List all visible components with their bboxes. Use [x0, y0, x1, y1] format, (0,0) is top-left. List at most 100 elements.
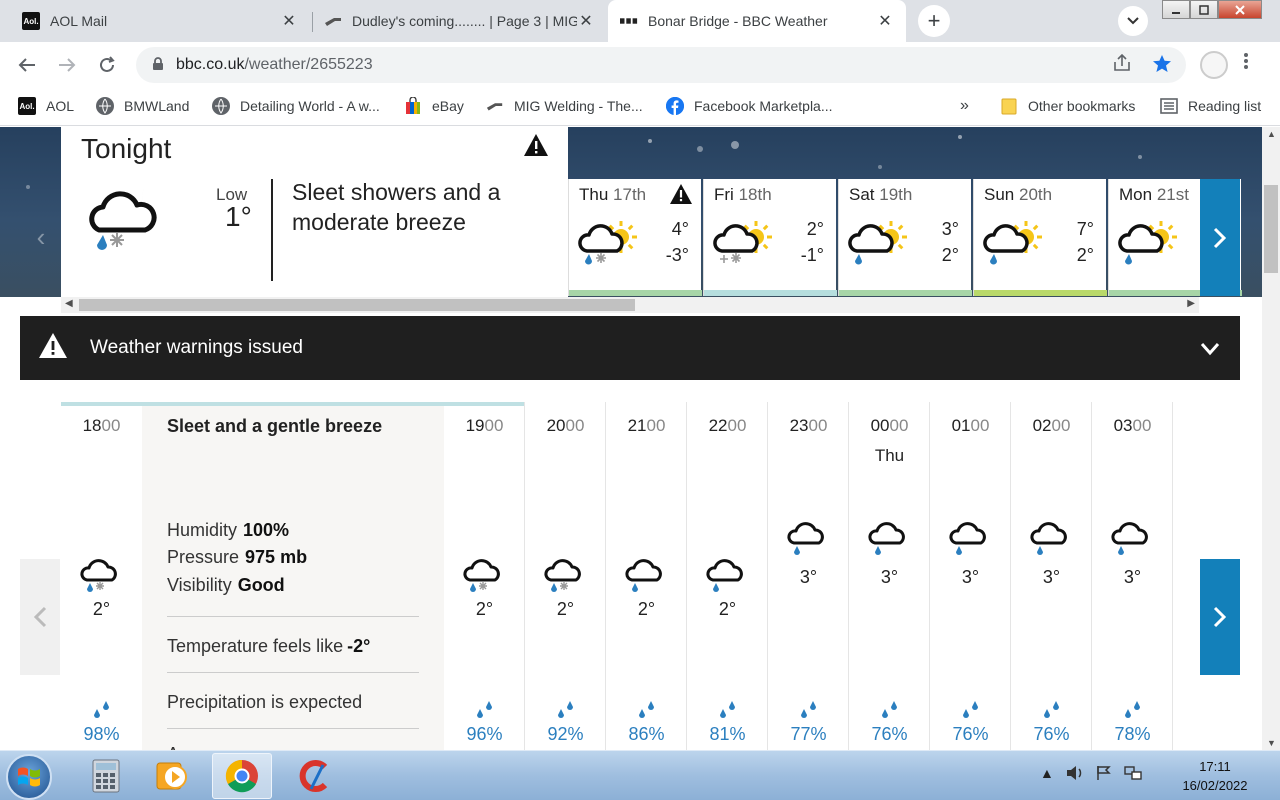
hour-temperature: 3° — [1042, 567, 1061, 587]
hour-column-2100[interactable]: 2100 2° 86% — [606, 402, 687, 750]
minimize-button[interactable] — [1162, 0, 1190, 19]
aol-favicon-icon: Aol. — [22, 12, 40, 30]
reading-list-button[interactable]: Reading list — [1160, 97, 1261, 115]
precipitation-chance: 86% — [628, 724, 665, 744]
clock-time: 17:11 — [1199, 759, 1231, 774]
close-icon[interactable]: ✕ — [577, 11, 595, 31]
other-bookmarks-folder[interactable]: Other bookmarks — [1000, 97, 1135, 115]
hour-temperature: 3° — [799, 567, 818, 587]
previous-hours-button[interactable] — [20, 559, 60, 675]
action-center-flag-icon[interactable] — [1096, 765, 1112, 781]
feels-like-row: Temperature feels like -2° — [167, 636, 370, 657]
bookmark-bmwland[interactable]: BMWLand — [96, 97, 189, 115]
day-card-fri[interactable]: Fri 18th 2° -1° — [703, 179, 837, 296]
close-window-button[interactable] — [1218, 0, 1262, 19]
network-icon[interactable] — [1124, 765, 1142, 781]
system-tray: ▲ — [1040, 765, 1142, 781]
bookmark-facebook-marketplace[interactable]: Facebook Marketpla... — [666, 97, 833, 115]
weather-warnings-bar[interactable]: Weather warnings issued — [20, 316, 1240, 380]
bookmark-ebay[interactable]: eBay — [404, 97, 464, 115]
forward-button[interactable] — [54, 52, 80, 78]
hour-column-1900[interactable]: 1900 2° 96% — [444, 402, 525, 750]
forward-arrow-icon — [59, 58, 76, 72]
scroll-right-arrow-icon[interactable]: ▶ — [1187, 298, 1195, 309]
start-button[interactable] — [6, 754, 52, 800]
window-controls — [1162, 0, 1262, 20]
maximize-button[interactable] — [1190, 0, 1218, 19]
tab-bbc-weather[interactable]: Bonar Bridge - BBC Weather ✕ — [608, 0, 906, 42]
url-host: bbc.co.uk — [176, 56, 245, 73]
menu-kebab-icon[interactable] — [1244, 52, 1248, 75]
hour-column-1800[interactable]: 1800 2° 98% — [61, 402, 142, 750]
warning-triangle-icon[interactable] — [669, 183, 693, 211]
day-card-thu[interactable]: Thu 17th 4° -3° — [568, 179, 702, 296]
bookmark-aol[interactable]: Aol. AOL — [18, 97, 74, 115]
taskbar-media-player[interactable] — [142, 753, 202, 799]
chevron-down-icon[interactable] — [1200, 332, 1220, 363]
bookmark-star-icon[interactable] — [1152, 54, 1172, 78]
scroll-left-arrow-icon[interactable]: ◀ — [65, 298, 73, 309]
address-bar[interactable]: bbc.co.uk/weather/2655223 — [136, 47, 1186, 83]
scroll-down-arrow-icon[interactable]: ▼ — [1267, 738, 1276, 748]
taskbar-clock[interactable]: 17:11 16/02/2022 — [1170, 757, 1260, 795]
taskbar-ccleaner[interactable] — [284, 753, 344, 799]
hour-column-partial — [1173, 402, 1201, 750]
day-name: Thu 17th — [579, 185, 647, 204]
minimize-icon — [1172, 11, 1180, 14]
precipitation-chance: 98% — [83, 724, 120, 744]
day-card-sun[interactable]: Sun 20th 7° 2° — [973, 179, 1107, 296]
show-hidden-icons-icon[interactable]: ▲ — [1040, 765, 1054, 781]
bookmark-detailing-world[interactable]: Detailing World - A w... — [212, 97, 380, 115]
raindrops-icon — [636, 697, 658, 719]
hour-column-0200[interactable]: 0200 3° 76% — [1011, 402, 1092, 750]
rain-moon-icon — [1110, 517, 1162, 557]
next-hours-button[interactable] — [1200, 559, 1240, 675]
warning-triangle-icon — [38, 332, 68, 366]
folder-icon — [1000, 97, 1018, 115]
profile-avatar-icon[interactable] — [1200, 51, 1228, 79]
back-button[interactable] — [14, 52, 40, 78]
tab-search-button[interactable] — [1118, 6, 1148, 36]
hour-column-0100[interactable]: 0100 3° 76% — [930, 402, 1011, 750]
bookmarks-overflow-button[interactable]: » — [960, 97, 969, 115]
taskbar-chrome[interactable] — [212, 753, 272, 799]
volume-icon[interactable] — [1066, 765, 1084, 781]
rain-sun-icon — [847, 217, 911, 267]
hour-temperature: 2° — [475, 599, 494, 619]
hour-details: Sleet and a gentle breeze Humidity 100% P… — [142, 406, 444, 750]
bookmark-mig-welding[interactable]: MIG Welding - The... — [486, 97, 643, 115]
raindrops-icon — [555, 697, 577, 719]
scrollbar-thumb[interactable] — [1264, 185, 1278, 273]
vertical-scrollbar[interactable]: ▲ ▼ — [1262, 127, 1280, 750]
hour-column-2200[interactable]: 2200 2° 81% — [687, 402, 768, 750]
maximize-icon — [1199, 4, 1209, 15]
new-tab-button[interactable]: + — [918, 5, 950, 37]
horizontal-scrollbar[interactable]: ◀ ▶ — [61, 297, 1199, 313]
tab-aol-mail[interactable]: Aol. AOL Mail ✕ — [10, 0, 310, 42]
close-icon — [1235, 4, 1245, 15]
tonight-panel: Tonight Low 1° Sleet showers and a moder… — [61, 127, 568, 297]
tab-mig-forum[interactable]: Dudley's coming........ | Page 3 | MIG ✕ — [312, 0, 607, 42]
share-icon[interactable] — [1112, 53, 1132, 77]
taskbar-calculator[interactable] — [76, 753, 136, 799]
hour-column-0300[interactable]: 0300 3° 78% — [1092, 402, 1173, 750]
browser-toolbar: bbc.co.uk/weather/2655223 — [0, 42, 1280, 88]
day-card-sat[interactable]: Sat 19th 3° 2° — [838, 179, 972, 296]
reload-button[interactable] — [94, 52, 120, 78]
hourly-forecast: Sleet and a gentle breeze Humidity 100% P… — [0, 402, 1262, 750]
close-icon[interactable]: ✕ — [280, 11, 298, 31]
hour-column-2300[interactable]: 2300 3° 77% — [768, 402, 849, 750]
temperature-colour-bar — [569, 290, 702, 296]
next-days-button[interactable] — [1200, 179, 1240, 296]
hour-time: 1900 — [465, 416, 504, 435]
day-name: Fri 18th — [714, 185, 772, 204]
rain-moon-icon — [786, 517, 838, 557]
previous-days-button[interactable]: ‹ — [22, 197, 60, 277]
scrollbar-thumb[interactable] — [79, 299, 635, 311]
high-temperature: 3° — [941, 219, 959, 239]
close-icon[interactable]: ✕ — [876, 11, 894, 31]
hour-column-2000[interactable]: 2000 2° 92% — [525, 402, 606, 750]
hour-column-0000[interactable]: 0000 Thu 3° 76% — [849, 402, 930, 750]
warning-triangle-icon[interactable] — [523, 133, 549, 164]
scroll-up-arrow-icon[interactable]: ▲ — [1267, 129, 1276, 139]
